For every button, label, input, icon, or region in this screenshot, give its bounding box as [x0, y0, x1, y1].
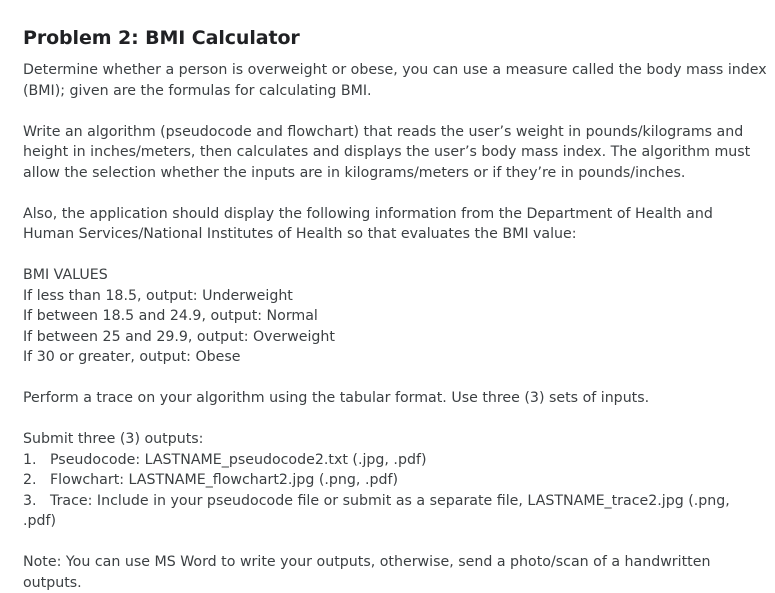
intro-line-2: (BMI); given are the formulas for calcul… — [23, 81, 768, 102]
problem-title: Problem 2: BMI Calculator — [23, 26, 768, 50]
task-paragraph: Write an algorithm (pseudocode and flowc… — [23, 122, 768, 184]
list-number: 2. — [23, 470, 50, 491]
submit-item-pseudocode: 1.Pseudocode: LASTNAME_pseudocode2.txt (… — [23, 450, 768, 471]
intro-paragraph: Determine whether a person is overweight… — [23, 60, 768, 101]
bmi-values-heading: BMI VALUES — [23, 265, 768, 286]
submit-heading: Submit three (3) outputs: — [23, 429, 768, 450]
task-line-3: allow the selection whether the inputs a… — [23, 163, 768, 184]
bmi-rule-overweight: If between 25 and 29.9, output: Overweig… — [23, 327, 768, 348]
submit-item-flowchart: 2.Flowchart: LASTNAME_flowchart2.jpg (.p… — [23, 470, 768, 491]
bmi-rule-normal: If between 18.5 and 24.9, output: Normal — [23, 306, 768, 327]
list-number: 1. — [23, 450, 50, 471]
note-paragraph: Note: You can use MS Word to write your … — [23, 552, 768, 593]
bmi-rule-underweight: If less than 18.5, output: Underweight — [23, 286, 768, 307]
task-line-1: Write an algorithm (pseudocode and flowc… — [23, 122, 768, 143]
also-line-2: Human Services/National Institutes of He… — [23, 224, 768, 245]
task-line-2: height in inches/meters, then calculates… — [23, 142, 768, 163]
intro-line-1: Determine whether a person is overweight… — [23, 60, 768, 81]
submit-list: 1.Pseudocode: LASTNAME_pseudocode2.txt (… — [23, 450, 768, 532]
trace-paragraph: Perform a trace on your algorithm using … — [23, 388, 768, 409]
list-item-text: Flowchart: LASTNAME_flowchart2.jpg (.png… — [50, 472, 398, 488]
submit-item-trace: 3.Trace: Include in your pseudocode file… — [23, 491, 768, 512]
list-number: 3. — [23, 491, 50, 512]
document: Problem 2: BMI Calculator Determine whet… — [23, 26, 768, 593]
note-line-1: Note: You can use MS Word to write your … — [23, 552, 768, 573]
list-item-text: Pseudocode: LASTNAME_pseudocode2.txt (.j… — [50, 452, 427, 468]
also-line-1: Also, the application should display the… — [23, 204, 768, 225]
also-paragraph: Also, the application should display the… — [23, 204, 768, 245]
list-item-text: Trace: Include in your pseudocode file o… — [50, 493, 730, 509]
bmi-values-block: BMI VALUES If less than 18.5, output: Un… — [23, 265, 768, 368]
submit-item-trace-continued: .pdf) — [23, 511, 768, 532]
bmi-rule-obese: If 30 or greater, output: Obese — [23, 347, 768, 368]
